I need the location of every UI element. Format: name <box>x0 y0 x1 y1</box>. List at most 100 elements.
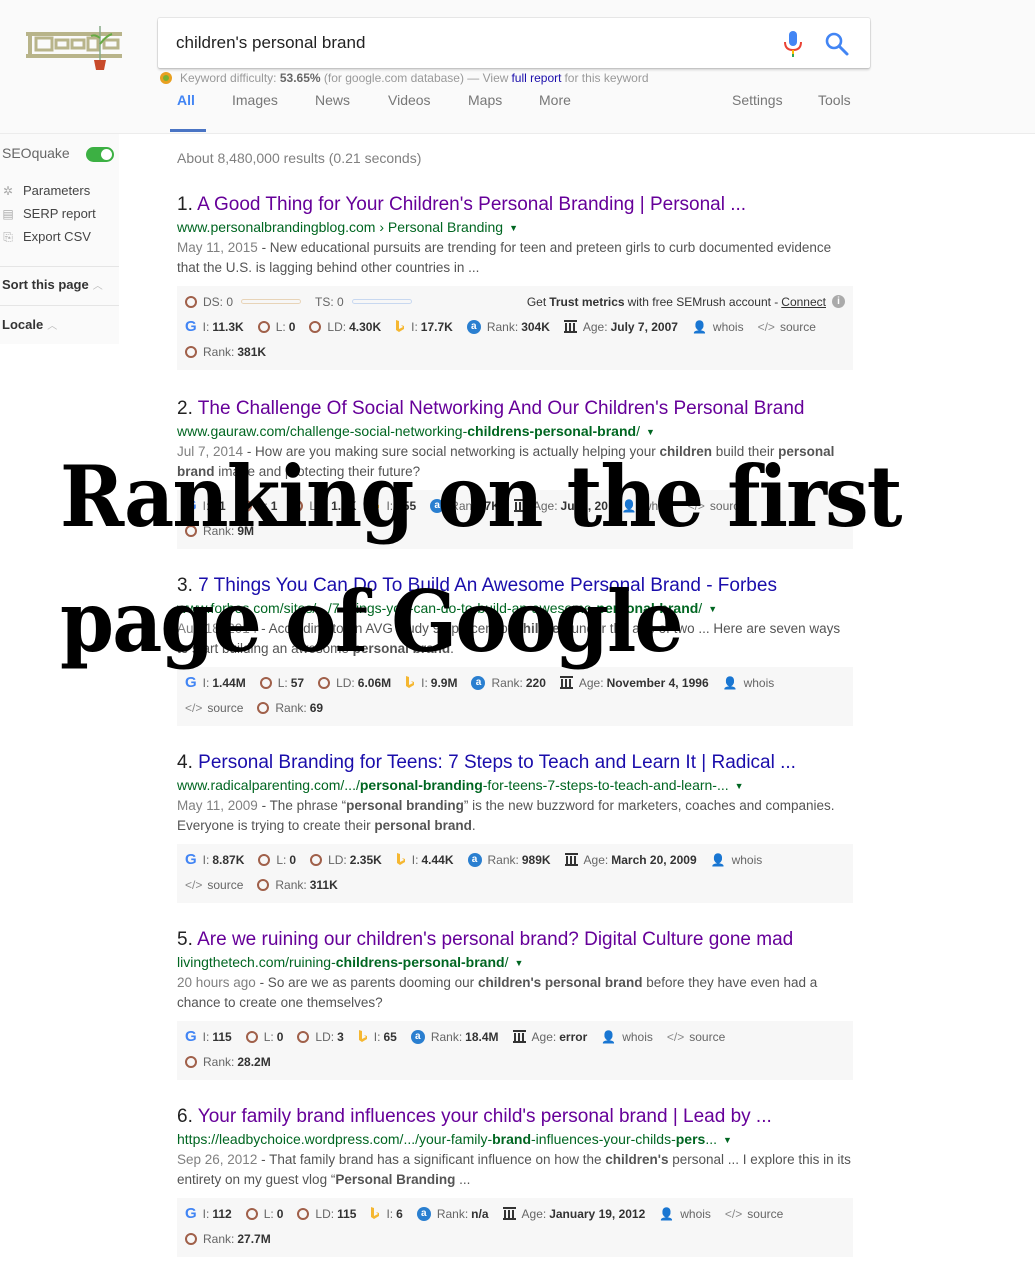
whois-link[interactable]: 👤 whois <box>659 1207 711 1221</box>
tab-videos[interactable]: Videos <box>388 92 431 108</box>
source-link[interactable]: </> source <box>667 1030 725 1044</box>
ts-metric[interactable]: TS: 0 <box>315 295 412 309</box>
sidebar-item-parameters[interactable]: ✲ Parameters <box>0 183 90 198</box>
alexa-rank-metric[interactable]: a Rank: 304K <box>466 319 550 334</box>
bing-index-metric[interactable]: I: 6 <box>370 1207 403 1221</box>
result-title-link[interactable]: 6. Your family brand influences your chi… <box>177 1105 853 1129</box>
linking-domains-metric[interactable]: LD: 6.06M <box>318 676 391 690</box>
result-url[interactable]: livingthetech.com/ruining-childrens-pers… <box>177 952 853 973</box>
linking-domains-metric[interactable]: LD: 115 <box>297 1207 356 1221</box>
alexa-rank-metric[interactable]: a Rank: 220 <box>471 675 546 690</box>
tab-tools[interactable]: Tools <box>818 92 851 108</box>
semrush-rank-metric[interactable]: Rank: 9M <box>185 524 254 538</box>
result-url[interactable]: https://leadbychoice.wordpress.com/.../y… <box>177 1129 853 1150</box>
source-link[interactable]: </> source <box>758 320 816 334</box>
alexa-rank-metric[interactable]: a Rank: 989K <box>467 852 551 867</box>
linking-domains-metric[interactable]: LD: 2.35K <box>310 853 382 867</box>
dropdown-arrow-icon[interactable]: ▼ <box>509 218 518 238</box>
bing-index-metric[interactable]: I: 4.44K <box>396 853 454 867</box>
whois-link[interactable]: 👤 whois <box>601 1030 653 1044</box>
semrush-rank-metric[interactable]: Rank: 28.2M <box>185 1055 271 1069</box>
source-link[interactable]: </> source <box>185 878 243 892</box>
result-url[interactable]: www.forbes.com/sites/.../7-things-you-ca… <box>177 598 853 619</box>
google-index-metric[interactable]: G I: 112 <box>185 1205 232 1222</box>
source-link[interactable]: </> source <box>725 1207 783 1221</box>
links-metric[interactable]: L: 57 <box>259 676 304 690</box>
whois-link[interactable]: 👤 whois <box>711 853 763 867</box>
result-title-link[interactable]: 1. A Good Thing for Your Children's Pers… <box>177 193 853 217</box>
locale[interactable]: Locale ︿ <box>2 317 57 332</box>
google-index-metric[interactable]: G I: 8.87K <box>185 851 244 868</box>
linking-domains-metric[interactable]: LD: 4.30K <box>309 320 381 334</box>
age-metric[interactable]: Age: July , 20 <box>513 499 608 513</box>
semrush-rank-metric[interactable]: Rank: 69 <box>257 701 323 715</box>
linking-domains-metric[interactable]: LD: 3 <box>297 1030 344 1044</box>
info-icon[interactable]: i <box>832 295 845 309</box>
tab-news[interactable]: News <box>315 92 350 108</box>
result-title-link[interactable]: 2. The Challenge Of Social Networking An… <box>177 397 853 421</box>
source-link[interactable]: </> source <box>688 499 746 513</box>
tab-settings[interactable]: Settings <box>732 92 783 108</box>
google-index-metric[interactable]: G I: 61 <box>185 497 226 514</box>
semrush-rank-metric[interactable]: Rank: 381K <box>185 345 266 359</box>
dropdown-arrow-icon[interactable]: ▼ <box>735 776 744 796</box>
connect-link[interactable]: Connect <box>781 295 826 309</box>
whois-link[interactable]: 👤 whois <box>692 320 744 334</box>
links-metric[interactable]: L: 1 <box>239 499 277 513</box>
alexa-rank-metric[interactable]: a Rank: 18.4M <box>410 1029 499 1044</box>
search-box[interactable] <box>158 18 870 68</box>
bing-index-metric[interactable]: I: 17.7K <box>395 320 453 334</box>
sidebar-item-serp-report[interactable]: ▤ SERP report <box>0 206 95 221</box>
full-report-link[interactable]: full report <box>511 71 561 85</box>
tab-maps[interactable]: Maps <box>468 92 502 108</box>
search-icon[interactable] <box>824 31 850 57</box>
metric-value: November 4, 1996 <box>606 675 709 690</box>
sort-this-page[interactable]: Sort this page ︿ <box>2 277 103 292</box>
google-index-metric[interactable]: G I: 11.3K <box>185 318 244 335</box>
links-metric[interactable]: L: 0 <box>257 320 295 334</box>
whois-link[interactable]: 👤 whois <box>723 676 775 690</box>
semrush-rank-metric[interactable]: Rank: 27.7M <box>185 1232 271 1246</box>
microphone-icon[interactable] <box>782 30 804 58</box>
semrush-icon <box>245 1207 258 1220</box>
bing-index-metric[interactable]: I: 355 <box>370 499 416 513</box>
age-metric[interactable]: Age: January 19, 2012 <box>502 1207 645 1221</box>
ds-label: DS: 0 <box>203 294 234 309</box>
tab-images[interactable]: Images <box>232 92 278 108</box>
google-index-metric[interactable]: G I: 1.44M <box>185 674 246 691</box>
dropdown-arrow-icon[interactable]: ▼ <box>723 1130 732 1150</box>
links-metric[interactable]: L: 0 <box>245 1030 283 1044</box>
alexa-rank-metric[interactable]: a Rank: n/a <box>416 1206 489 1221</box>
tab-more[interactable]: More <box>539 92 571 108</box>
result-url[interactable]: www.gauraw.com/challenge-social-networki… <box>177 421 853 442</box>
google-doodle-logo[interactable] <box>24 24 124 70</box>
result-title-link[interactable]: 4. Personal Branding for Teens: 7 Steps … <box>177 751 853 775</box>
dropdown-arrow-icon[interactable]: ▼ <box>708 599 717 619</box>
result-title-link[interactable]: 5. Are we ruining our children's persona… <box>177 928 853 952</box>
source-label: source <box>207 877 244 892</box>
seoquake-toggle[interactable] <box>86 147 114 162</box>
dropdown-arrow-icon[interactable]: ▼ <box>514 953 523 973</box>
alexa-rank-metric[interactable]: a Rank: 7K <box>430 498 500 513</box>
semrush-rank-metric[interactable]: Rank: 311K <box>257 878 338 892</box>
bing-index-metric[interactable]: I: 9.9M <box>405 676 457 690</box>
search-input[interactable] <box>176 30 756 56</box>
links-metric[interactable]: L: 0 <box>245 1207 283 1221</box>
tab-all[interactable]: All <box>177 92 195 108</box>
linking-domains-metric[interactable]: LD: 1.0K <box>291 499 356 513</box>
result-title-link[interactable]: 3. 7 Things You Can Do To Build An Aweso… <box>177 574 853 598</box>
age-metric[interactable]: Age: November 4, 1996 <box>559 675 709 690</box>
bing-index-metric[interactable]: I: 65 <box>358 1030 397 1044</box>
source-link[interactable]: </> source <box>185 701 243 715</box>
google-index-metric[interactable]: G I: 115 <box>185 1028 232 1045</box>
result-url[interactable]: www.personalbrandingblog.com › Personal … <box>177 217 853 238</box>
age-metric[interactable]: Age: July 7, 2007 <box>563 320 678 334</box>
age-metric[interactable]: Age: March 20, 2009 <box>564 853 697 867</box>
dropdown-arrow-icon[interactable]: ▼ <box>646 422 655 442</box>
result-url[interactable]: www.radicalparenting.com/.../personal-br… <box>177 775 853 796</box>
sidebar-item-export-csv[interactable]: ⎘ Export CSV <box>0 229 91 244</box>
whois-link[interactable]: 👤 whois <box>622 499 674 513</box>
ds-metric[interactable]: DS: 0 <box>185 294 302 309</box>
links-metric[interactable]: L: 0 <box>258 853 296 867</box>
age-metric[interactable]: Age: error <box>512 1030 587 1044</box>
